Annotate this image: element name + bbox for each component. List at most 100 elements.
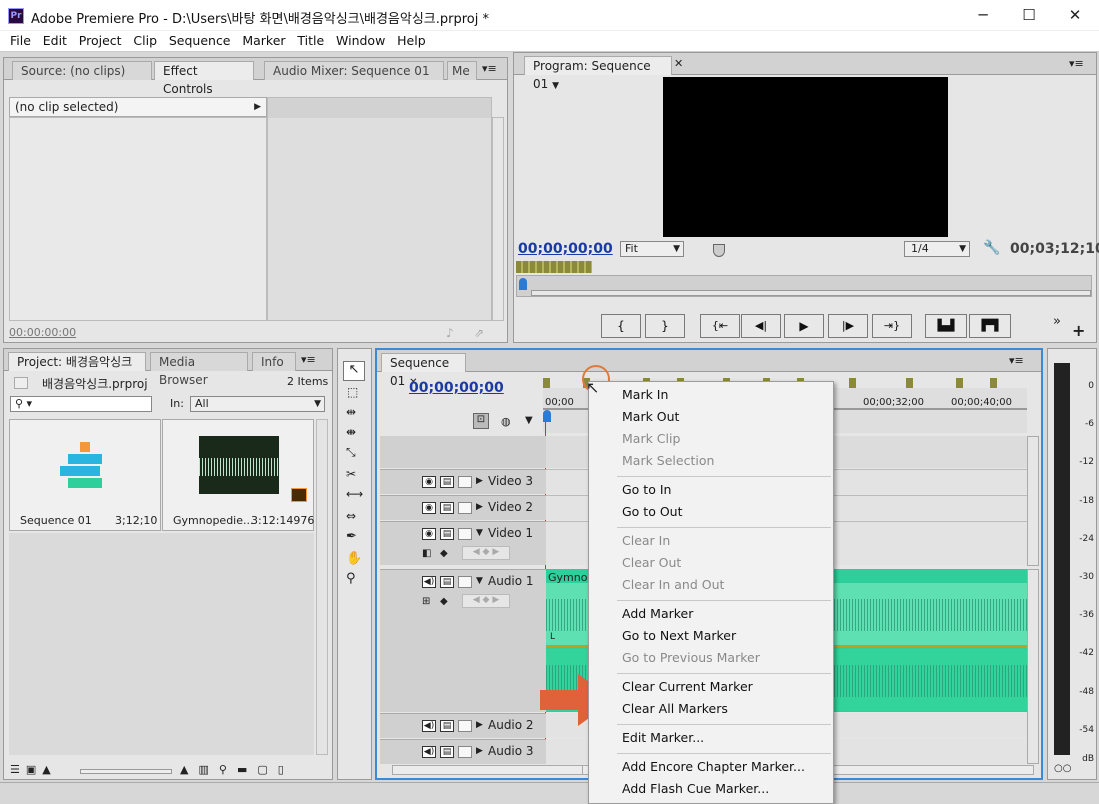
header-hscrollbar[interactable]	[392, 765, 592, 775]
menu-sequence[interactable]: Sequence	[165, 31, 235, 51]
menu-project[interactable]: Project	[75, 31, 126, 51]
razor-icon[interactable]: ✂	[346, 467, 356, 481]
new-item-icon[interactable]: ▢	[257, 763, 277, 776]
tab-source[interactable]: Source: (no clips)	[12, 61, 152, 80]
track-header-audio1[interactable]: ◀) ▤ ▼ Audio 1 ⊞ ◆ ◀ ◆ ▶	[380, 569, 546, 712]
lock-icon[interactable]	[458, 746, 472, 758]
zoom-icon[interactable]: ⚲	[346, 571, 356, 586]
track-header-video2[interactable]: ◉ ▤ ▶ Video 2	[380, 495, 546, 520]
tab-program[interactable]: Program: Sequence 01 ▼	[524, 56, 672, 91]
expand-arrow-icon[interactable]: ▶	[476, 502, 483, 512]
collapse-arrow-icon[interactable]: ▼	[476, 576, 483, 586]
program-timecode-left[interactable]: 00;00;00;00	[518, 241, 613, 257]
menu-item-add-marker[interactable]: Add Marker	[622, 603, 693, 625]
search-input[interactable]: ⚲ ▾	[10, 396, 152, 412]
menu-window[interactable]: Window	[332, 31, 389, 51]
eye-icon[interactable]: ◉	[422, 476, 436, 488]
expand-arrow-icon[interactable]: ▶	[476, 476, 483, 486]
keyframe-toggle-icon[interactable]: ◆	[440, 548, 448, 559]
menu-marker[interactable]: Marker	[238, 31, 289, 51]
tab-audio-mixer[interactable]: Audio Mixer: Sequence 01	[264, 61, 444, 80]
keyframe-nav[interactable]: ◀ ◆ ▶	[462, 594, 510, 608]
project-scrollbar[interactable]	[316, 419, 328, 755]
close-tab-icon[interactable]: ✕	[674, 57, 683, 70]
tab-info[interactable]: Info	[252, 352, 296, 371]
fit-dropdown[interactable]: Fit ▼	[620, 241, 684, 257]
menu-item-clear-all-markers[interactable]: Clear All Markers	[622, 698, 728, 720]
menu-help[interactable]: Help	[393, 31, 430, 51]
rate-stretch-icon[interactable]: ⤡	[346, 445, 356, 460]
tab-effect-controls[interactable]: Effect Controls	[154, 61, 254, 96]
mark-in-button[interactable]: {	[601, 314, 641, 338]
in-dropdown[interactable]: All ▼	[190, 396, 325, 412]
more-controls-icon[interactable]: »	[1053, 314, 1061, 329]
speaker-icon[interactable]: ◀)	[422, 576, 436, 588]
new-bin-icon[interactable]: ▬	[237, 763, 257, 776]
zoom-out-icon[interactable]: ▲	[42, 763, 56, 776]
tab-media-browser[interactable]: Media Browser	[150, 352, 248, 387]
timeline-timecode[interactable]: 00;00;00;00	[409, 380, 504, 396]
extract-button[interactable]: ▛▜	[969, 314, 1011, 338]
speaker-icon[interactable]: ◀)	[422, 746, 436, 758]
track-header-video1[interactable]: ◉ ▤ ▼ Video 1 ◧ ◆ ◀ ◆ ▶	[380, 521, 546, 565]
zoom-slider[interactable]	[80, 769, 172, 774]
lock-icon[interactable]	[458, 720, 472, 732]
trash-icon[interactable]: ▯	[278, 763, 294, 776]
menu-file[interactable]: File	[6, 31, 35, 51]
eye-icon[interactable]: ◉	[422, 502, 436, 514]
track-header-audio3[interactable]: ◀) ▤ ▶ Audio 3	[380, 739, 546, 764]
solo-icons[interactable]: ○○	[1054, 763, 1071, 774]
maximize-button[interactable]: ☐	[1006, 0, 1052, 31]
tab-project[interactable]: Project: 배경음악싱크 ✕	[8, 352, 146, 387]
menu-item-mark-in[interactable]: Mark In	[622, 384, 668, 406]
expand-arrow-icon[interactable]: ▶	[254, 98, 261, 116]
display-style-icon[interactable]: ⊞	[422, 596, 430, 607]
source-timecode[interactable]: 00:00:00:00	[9, 326, 76, 339]
menu-title[interactable]: Title	[293, 31, 328, 51]
keyframe-nav[interactable]: ◀ ◆ ▶	[462, 546, 510, 560]
panel-menu-icon[interactable]: ▾≡	[1009, 354, 1024, 367]
tab-metadata[interactable]: Me	[447, 61, 477, 80]
effect-scrollbar[interactable]	[492, 117, 504, 321]
menu-item-go-to-out[interactable]: Go to Out	[622, 501, 683, 523]
audio-scrollbar[interactable]	[1027, 569, 1039, 764]
lock-icon[interactable]	[458, 502, 472, 514]
tab-sequence[interactable]: Sequence 01 ✕	[381, 353, 466, 388]
snap-icon[interactable]: ⊡	[473, 413, 489, 429]
panel-menu-icon[interactable]: ▾≡	[301, 353, 316, 366]
display-style-icon[interactable]: ◧	[422, 548, 431, 559]
zoom-in-icon[interactable]: ▲	[180, 763, 198, 776]
project-item-audio[interactable]: Gymnopedie... 3:12:14976	[162, 419, 314, 531]
icon-view-icon[interactable]: ▣	[26, 763, 42, 776]
slide-icon[interactable]: ⇔	[346, 509, 356, 523]
slip-icon[interactable]: ⟷	[346, 487, 363, 501]
menu-clip[interactable]: Clip	[129, 31, 161, 51]
lock-icon[interactable]	[458, 576, 472, 588]
menu-item-go-to-next-marker[interactable]: Go to Next Marker	[622, 625, 736, 647]
playhead-icon[interactable]	[543, 410, 551, 422]
panel-menu-icon[interactable]: ▾≡	[482, 62, 497, 75]
resolution-dropdown[interactable]: 1/4 ▼	[904, 241, 970, 257]
find-icon[interactable]: ⚲	[219, 763, 237, 776]
wrench-icon[interactable]: 🔧	[983, 240, 1000, 256]
film-icon[interactable]: ▤	[440, 746, 454, 758]
keyframe-icon[interactable]: ◍	[501, 415, 511, 428]
step-back-button[interactable]: ◀|	[741, 314, 781, 338]
collapse-arrow-icon[interactable]: ▼	[476, 528, 483, 538]
lock-icon[interactable]	[458, 528, 472, 540]
rolling-edit-icon[interactable]: ⇼	[346, 425, 356, 439]
video-scrollbar[interactable]	[1027, 436, 1039, 566]
film-icon[interactable]: ▤	[440, 576, 454, 588]
pen-icon[interactable]: ✒	[346, 529, 357, 544]
add-marker-icon[interactable]: ▼	[525, 415, 533, 426]
playhead-icon[interactable]	[519, 278, 527, 290]
menu-item-mark-out[interactable]: Mark Out	[622, 406, 679, 428]
close-button[interactable]: ✕	[1052, 0, 1098, 31]
menu-item-add-encore-chapter-marker[interactable]: Add Encore Chapter Marker...	[622, 756, 805, 778]
playhead-indicator[interactable]	[713, 244, 725, 257]
automate-icon[interactable]: ▥	[198, 763, 218, 776]
menu-item-add-flash-cue-marker[interactable]: Add Flash Cue Marker...	[622, 778, 769, 800]
expand-arrow-icon[interactable]: ▶	[476, 746, 483, 756]
film-icon[interactable]: ▤	[440, 476, 454, 488]
film-icon[interactable]: ▤	[440, 502, 454, 514]
